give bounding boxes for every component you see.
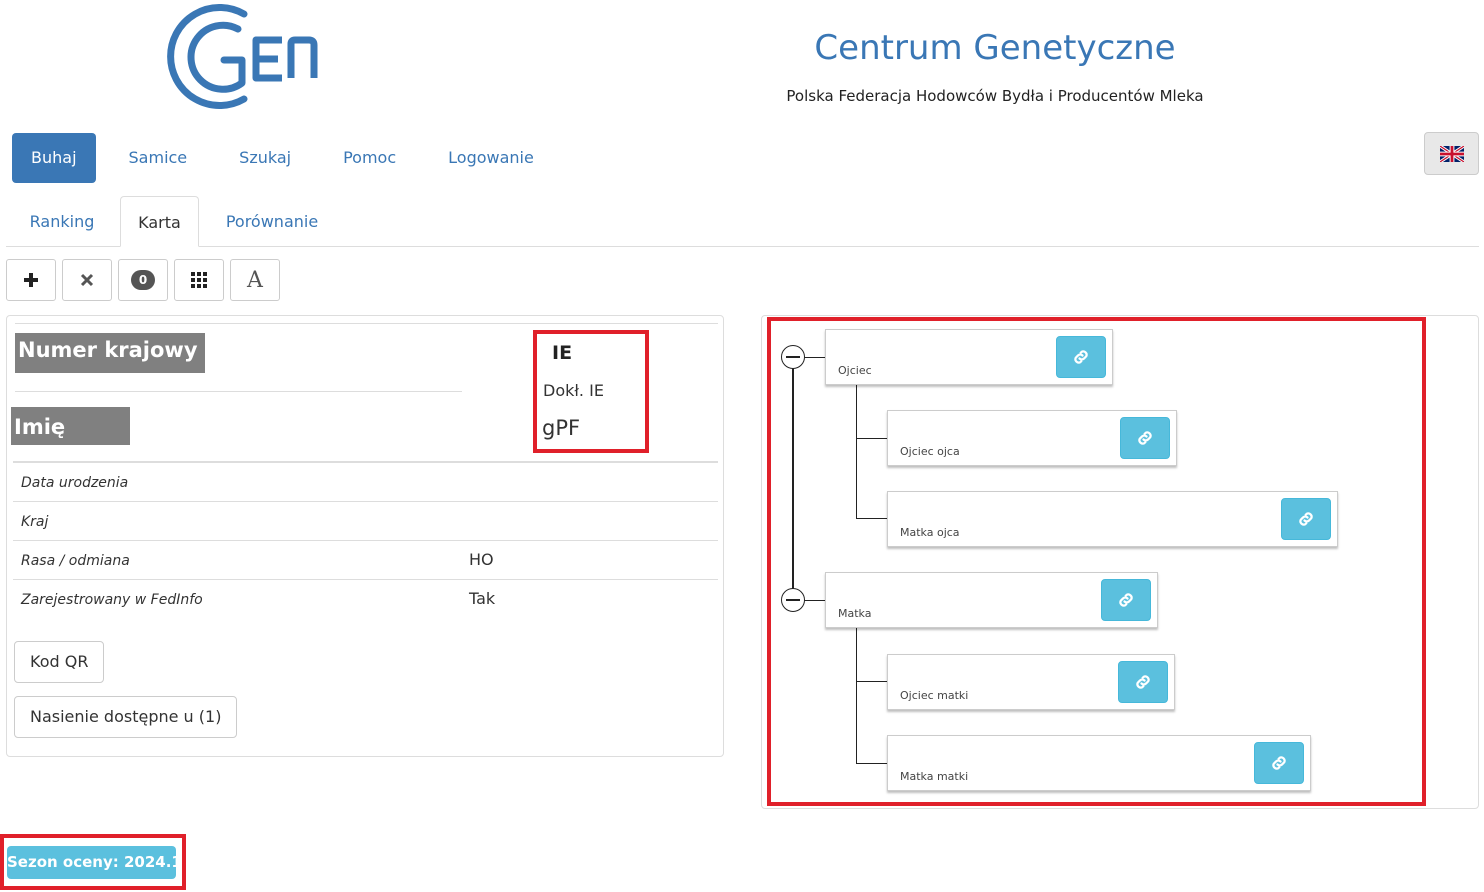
add-button[interactable] xyxy=(6,259,56,301)
pedigree-node-matka-matki: Matka matki xyxy=(887,735,1311,791)
imie-label: Imię xyxy=(11,407,130,445)
nav-item-samice[interactable]: Samice xyxy=(110,133,207,183)
node-label: Ojciec xyxy=(838,364,872,377)
nav-item-logowanie[interactable]: Logowanie xyxy=(429,133,553,183)
plus-icon xyxy=(24,273,38,287)
node-label: Matka ojca xyxy=(900,526,960,539)
remove-button[interactable] xyxy=(62,259,112,301)
tree-connector xyxy=(792,357,794,600)
grid-button[interactable] xyxy=(174,259,224,301)
dokl-ie-label: Dokł. IE xyxy=(543,381,604,400)
qr-code-button[interactable]: Kod QR xyxy=(14,641,105,683)
node-label: Matka matki xyxy=(900,770,969,783)
pedigree-node-ojciec-matki: Ojciec matki xyxy=(887,654,1175,710)
table-row: Zarejestrowany w FedInfo Tak xyxy=(13,580,718,619)
pedigree-highlight xyxy=(767,317,1426,806)
pedigree-node-matka: Matka xyxy=(825,572,1158,628)
site-title: Centrum Genetyczne xyxy=(814,28,1176,68)
tab-ranking[interactable]: Ranking xyxy=(6,196,118,247)
font-icon: A xyxy=(247,267,263,293)
tree-connector xyxy=(856,384,857,518)
link-icon xyxy=(1119,593,1133,607)
table-row: Data urodzenia xyxy=(13,463,718,502)
site-subtitle: Polska Federacja Hodowców Bydła i Produc… xyxy=(786,87,1204,105)
link-icon xyxy=(1138,431,1152,445)
row-label: Rasa / odmiana xyxy=(21,553,130,569)
counter-badge: 0 xyxy=(131,270,155,290)
collapse-ojciec-toggle[interactable] xyxy=(781,345,805,369)
semen-available-button[interactable]: Nasienie dostępne u (1) xyxy=(14,696,238,738)
table-row: Kraj xyxy=(13,502,718,541)
season-badge: Sezon oceny: 2024.1 xyxy=(7,846,182,879)
divider xyxy=(15,391,462,392)
close-icon xyxy=(80,273,94,287)
nav-item-szukaj[interactable]: Szukaj xyxy=(220,133,310,183)
ojciec-link-button[interactable] xyxy=(1056,336,1106,378)
tree-connector xyxy=(856,628,857,764)
toolbar: 0 A xyxy=(6,259,286,301)
matka-link-button[interactable] xyxy=(1101,579,1151,621)
gpf-label: gPF xyxy=(542,416,581,440)
ojciec-ojca-link-button[interactable] xyxy=(1120,417,1170,459)
ojciec-matki-link-button[interactable] xyxy=(1118,661,1168,703)
bull-card: Numer krajowy Imię IE Dokł. IE gPF Data … xyxy=(6,315,724,757)
tree-connector xyxy=(856,438,888,439)
pedigree-node-ojciec-ojca: Ojciec ojca xyxy=(887,410,1177,466)
link-icon xyxy=(1136,675,1150,689)
tree-connector xyxy=(856,681,888,682)
row-value: HO xyxy=(469,550,494,569)
matka-ojca-link-button[interactable] xyxy=(1281,498,1331,540)
nav-item-pomoc[interactable]: Pomoc xyxy=(324,133,415,183)
ie-label: IE xyxy=(552,342,573,364)
collapse-matka-toggle[interactable] xyxy=(781,588,805,612)
matka-matki-link-button[interactable] xyxy=(1254,742,1304,784)
row-label: Data urodzenia xyxy=(21,475,129,491)
tree-connector xyxy=(856,763,888,764)
main-nav: Buhaj Samice Szukaj Pomoc Logowanie xyxy=(12,133,567,183)
pedigree-node-ojciec: Ojciec xyxy=(825,329,1113,385)
pedigree-node-matka-ojca: Matka ojca xyxy=(887,491,1338,547)
node-label: Matka xyxy=(838,607,872,620)
divider xyxy=(15,323,718,324)
language-button[interactable] xyxy=(1424,132,1479,175)
index-box: IE Dokł. IE gPF xyxy=(533,330,649,453)
nav-item-buhaj[interactable]: Buhaj xyxy=(12,133,96,183)
tree-connector xyxy=(856,518,888,519)
details-table: Data urodzenia Kraj Rasa / odmiana HO Za… xyxy=(13,461,718,619)
table-row: Rasa / odmiana HO xyxy=(13,541,718,580)
counter-button[interactable]: 0 xyxy=(118,259,168,301)
tab-karta[interactable]: Karta xyxy=(120,196,199,247)
uk-flag-icon xyxy=(1439,145,1464,162)
sub-tabs: Ranking Karta Porównanie xyxy=(6,196,1479,247)
numer-krajowy-label: Numer krajowy xyxy=(15,333,205,373)
font-button[interactable]: A xyxy=(230,259,280,301)
grid-icon xyxy=(191,272,207,288)
tab-porownanie[interactable]: Porównanie xyxy=(202,196,342,247)
link-icon xyxy=(1272,756,1286,770)
row-label: Kraj xyxy=(21,514,49,530)
node-label: Ojciec ojca xyxy=(900,445,960,458)
link-icon xyxy=(1074,350,1088,364)
row-value: Tak xyxy=(469,589,496,608)
logo xyxy=(158,4,320,110)
node-label: Ojciec matki xyxy=(900,689,969,702)
row-label: Zarejestrowany w FedInfo xyxy=(21,592,203,608)
link-icon xyxy=(1299,512,1313,526)
